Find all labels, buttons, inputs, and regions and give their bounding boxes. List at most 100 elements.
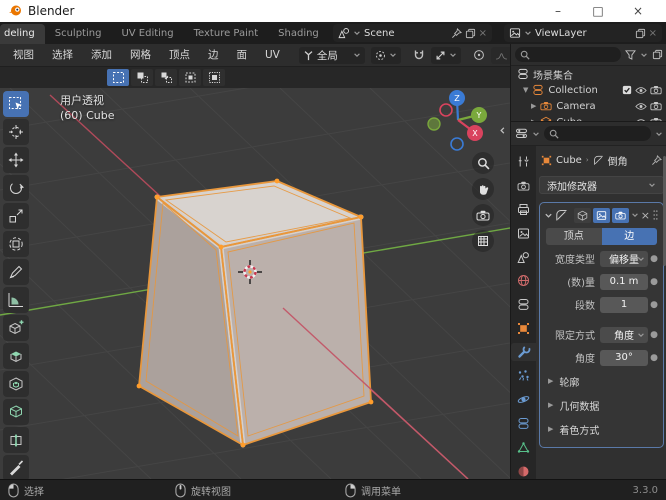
close-button[interactable]: × xyxy=(618,0,658,22)
outliner-row-scene-collection[interactable]: 场景集合 xyxy=(511,66,666,82)
maximize-button[interactable]: □ xyxy=(578,0,618,22)
tab-particles[interactable] xyxy=(511,367,536,385)
breadcrumb-object[interactable]: Cube xyxy=(556,155,582,166)
tab-modifiers[interactable] xyxy=(511,343,536,362)
drag-handle-icon[interactable] xyxy=(652,209,659,221)
viewlayer-selector[interactable]: ViewLayer × xyxy=(504,24,662,42)
delete-viewlayer-icon[interactable]: × xyxy=(649,28,657,39)
animate-dot[interactable]: ● xyxy=(648,330,660,340)
section-profile[interactable]: ▶ 轮廓 xyxy=(543,369,660,393)
menu-edge[interactable]: 边 xyxy=(199,44,228,66)
limit-method-dropdown[interactable]: 角度 xyxy=(600,326,648,343)
pivot-point-dropdown[interactable] xyxy=(370,46,401,64)
tab-constraints[interactable] xyxy=(511,415,536,433)
gizmo-neg-z[interactable] xyxy=(450,137,464,151)
select-mode-subtract[interactable] xyxy=(155,69,177,86)
tool-rotate[interactable] xyxy=(3,175,29,201)
filter-icon[interactable] xyxy=(625,49,636,60)
menu-select[interactable]: 选择 xyxy=(43,44,82,66)
menu-vertex[interactable]: 顶点 xyxy=(160,44,199,66)
new-scene-icon[interactable] xyxy=(465,28,476,39)
angle-field[interactable]: 30° xyxy=(600,349,648,366)
animate-dot[interactable]: ● xyxy=(648,353,660,363)
collapse-arrow-icon[interactable]: ▶ xyxy=(531,102,536,110)
tool-bevel[interactable] xyxy=(3,399,29,425)
tab-render[interactable] xyxy=(511,177,536,195)
tool-extrude-region[interactable] xyxy=(3,343,29,369)
sidebar-toggle[interactable] xyxy=(498,126,507,135)
segments-field[interactable]: 1 xyxy=(600,296,648,313)
animate-dot[interactable]: ● xyxy=(648,300,660,310)
snap-target-dropdown[interactable] xyxy=(430,46,461,64)
delete-scene-icon[interactable]: × xyxy=(479,28,487,39)
scene-selector[interactable]: Scene × xyxy=(333,24,492,42)
snap-toggle[interactable] xyxy=(409,47,429,64)
tool-transform[interactable] xyxy=(3,231,29,257)
tool-loop-cut[interactable] xyxy=(3,427,29,453)
navigation-gizmo[interactable]: Z Y X xyxy=(426,88,490,152)
section-geometry[interactable]: ▶ 几何数据 xyxy=(543,393,660,417)
width-type-dropdown[interactable]: 偏移量 xyxy=(600,250,648,267)
toggle-edit-mode-display[interactable] xyxy=(573,207,591,223)
checkbox-icon[interactable] xyxy=(622,85,632,95)
transform-orientation-dropdown[interactable]: 全局 xyxy=(298,46,365,64)
workspace-tab-modeling[interactable]: deling xyxy=(0,24,45,44)
tool-add-cube[interactable] xyxy=(3,315,29,341)
select-mode-set[interactable] xyxy=(107,69,129,86)
workspace-tab-texture-paint[interactable]: Texture Paint xyxy=(184,24,269,44)
proportional-editing-toggle[interactable] xyxy=(469,47,489,64)
tool-inset-faces[interactable] xyxy=(3,371,29,397)
outliner-search-input[interactable] xyxy=(515,47,621,62)
chevron-down-icon[interactable] xyxy=(640,51,648,59)
section-shading[interactable]: ▶ 着色方式 xyxy=(543,417,660,441)
animate-dot[interactable]: ● xyxy=(648,254,660,264)
zoom-button[interactable] xyxy=(472,152,494,174)
pin-icon[interactable] xyxy=(651,155,662,166)
toggle-render-display[interactable] xyxy=(611,207,629,223)
tool-knife[interactable] xyxy=(3,455,29,479)
cube-object[interactable] xyxy=(136,178,374,448)
tab-object-data[interactable] xyxy=(511,438,536,456)
disable-render-icon[interactable] xyxy=(650,101,662,111)
workspace-tab-shading[interactable]: Shading xyxy=(268,24,329,44)
tool-cursor[interactable] xyxy=(3,119,29,145)
select-mode-invert[interactable] xyxy=(179,69,201,86)
gizmo-neg-y[interactable] xyxy=(427,117,441,131)
tool-scale[interactable] xyxy=(3,203,29,229)
viewport-3d[interactable]: 用户透视 (60) Cube Z Y X xyxy=(0,88,510,479)
tab-view-layer[interactable] xyxy=(511,224,536,242)
menu-mesh[interactable]: 网格 xyxy=(121,44,160,66)
expand-icon[interactable] xyxy=(544,211,553,220)
modifier-extras-icon[interactable] xyxy=(631,211,639,219)
amount-field[interactable]: 0.1 m xyxy=(600,273,648,290)
perspective-toggle-button[interactable] xyxy=(472,230,494,252)
outliner-row-collection[interactable]: ▼ Collection xyxy=(511,82,666,98)
tab-object[interactable] xyxy=(511,319,536,337)
camera-view-button[interactable] xyxy=(472,204,494,226)
tab-tool[interactable] xyxy=(511,153,536,171)
tab-collection[interactable] xyxy=(511,296,536,314)
editor-type-icon[interactable] xyxy=(515,127,528,140)
minimize-button[interactable]: – xyxy=(538,0,578,22)
hide-eye-icon[interactable] xyxy=(635,102,647,111)
affect-edges-button[interactable]: 边 xyxy=(601,228,657,245)
animate-dot[interactable]: ● xyxy=(648,277,660,287)
tool-annotate[interactable] xyxy=(3,259,29,285)
tool-measure[interactable] xyxy=(3,287,29,313)
new-collection-icon[interactable] xyxy=(652,49,663,60)
toggle-realtime-display[interactable] xyxy=(592,207,610,223)
new-viewlayer-icon[interactable] xyxy=(635,28,646,39)
tab-world[interactable] xyxy=(511,272,536,290)
disable-render-icon[interactable] xyxy=(650,85,662,95)
tab-output[interactable] xyxy=(511,201,536,219)
breadcrumb-modifier[interactable]: 倒角 xyxy=(608,153,628,168)
workspace-tab-uv-editing[interactable]: UV Editing xyxy=(111,24,183,44)
pin-icon[interactable] xyxy=(451,28,462,39)
tab-material[interactable] xyxy=(511,462,536,480)
tab-scene[interactable] xyxy=(511,248,536,266)
tab-physics[interactable] xyxy=(511,391,536,409)
chevron-down-icon[interactable] xyxy=(532,130,540,138)
add-modifier-button[interactable]: 添加修改器 xyxy=(539,176,664,194)
tool-select-box[interactable] xyxy=(3,91,29,117)
workspace-tab-sculpting[interactable]: Sculpting xyxy=(45,24,112,44)
